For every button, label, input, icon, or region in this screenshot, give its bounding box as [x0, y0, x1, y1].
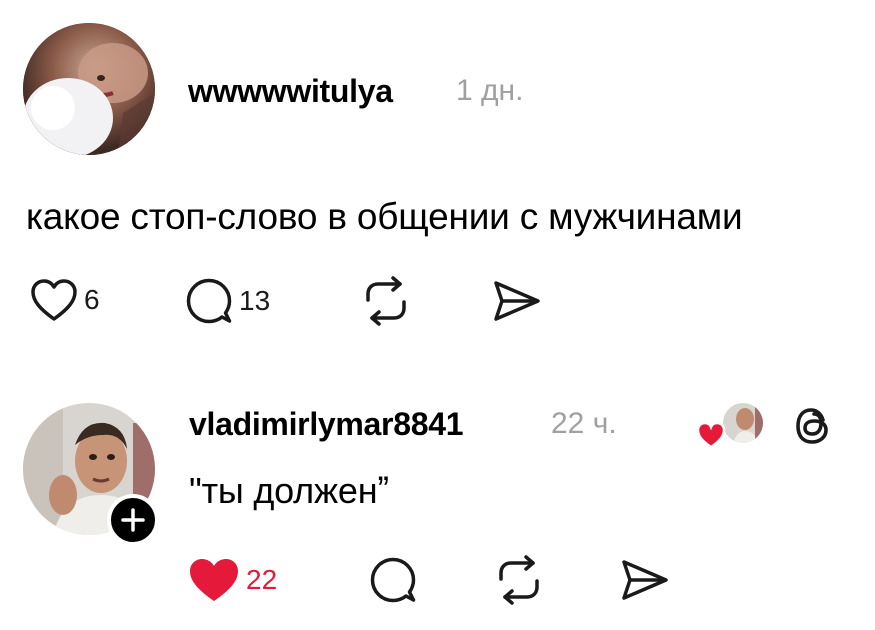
comment-icon [186, 278, 232, 324]
share-icon [494, 281, 540, 321]
post-reply-count: 13 [239, 285, 271, 316]
post-like-button[interactable]: 6 [30, 278, 100, 322]
heart-icon [696, 421, 726, 449]
post-repost-button[interactable] [360, 276, 412, 326]
heart-icon [31, 279, 77, 321]
plus-icon [121, 508, 145, 532]
post-time: 1 дн. [456, 74, 524, 107]
post-reply-button[interactable]: 13 [185, 277, 270, 325]
reply-like-button[interactable]: 22 [188, 557, 277, 603]
reply-like-count: 22 [246, 564, 278, 595]
reply-text: "ты долженˮ [189, 470, 390, 511]
follow-button[interactable] [107, 494, 159, 546]
post-like-count: 6 [84, 284, 100, 315]
share-icon [622, 560, 668, 600]
repost-icon [366, 276, 406, 326]
threads-logo-icon [796, 408, 828, 444]
threads-logo-button[interactable] [792, 403, 834, 449]
author-liked-indicator [696, 401, 769, 451]
reply-repost-button[interactable] [493, 555, 545, 605]
post-username[interactable]: wwwwwitulya [188, 73, 393, 110]
post-author-avatar[interactable] [23, 23, 155, 155]
threads-page: wwwwwitulya 1 дн. какое стоп-слово в общ… [0, 0, 875, 630]
reply-share-button[interactable] [620, 558, 670, 602]
heart-icon [190, 559, 238, 601]
repost-icon [499, 555, 539, 605]
reply-reply-button[interactable] [369, 556, 417, 604]
post-share-button[interactable] [492, 279, 542, 323]
post-text: какое стоп-слово в общении с мужчинами [26, 196, 743, 237]
comment-icon [370, 557, 416, 603]
reply-username[interactable]: vladimirlymar8841 [189, 406, 464, 443]
reply-time: 22 ч. [551, 407, 617, 440]
